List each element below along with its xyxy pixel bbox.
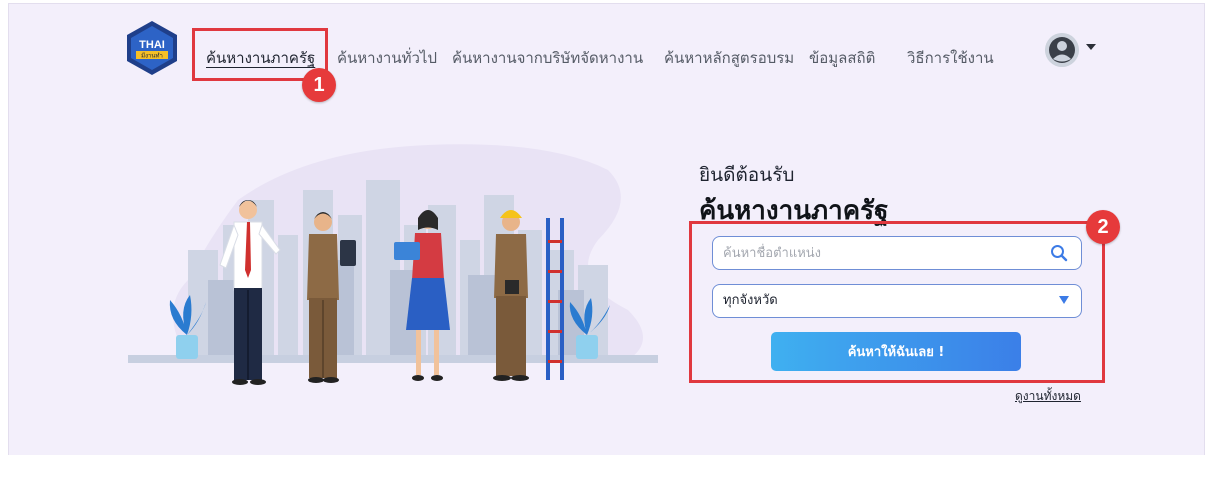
annotation-badge-2: 2 [1086, 210, 1120, 244]
nav-item-training-courses[interactable]: ค้นหาหลักสูตรอบรม [664, 46, 794, 70]
nav-item-general-jobs[interactable]: ค้นหางานทั่วไป [337, 46, 437, 70]
thai-mee-ngan-tham-logo[interactable]: THAI มีงานทำ [124, 20, 180, 76]
annotation-badge-1: 1 [302, 68, 336, 102]
nav-item-how-to-use[interactable]: วิธีการใช้งาน [907, 46, 994, 70]
nav-item-agency-jobs[interactable]: ค้นหางานจากบริษัทจัดหางาน [452, 46, 643, 70]
logo-text-top: THAI [139, 39, 165, 51]
hero-illustration [128, 144, 658, 385]
welcome-text: ยินดีต้อนรับ [699, 164, 795, 186]
chevron-down-icon[interactable] [1086, 44, 1096, 50]
user-avatar-icon[interactable] [1045, 33, 1079, 67]
nav-item-statistics[interactable]: ข้อมูลสถิติ [809, 46, 875, 70]
view-all-jobs-link[interactable]: ดูงานทั้งหมด [1015, 387, 1081, 406]
logo-text-bottom: มีงานทำ [141, 52, 163, 60]
page-footer-band [0, 455, 1211, 477]
annotation-box-2 [689, 221, 1105, 383]
